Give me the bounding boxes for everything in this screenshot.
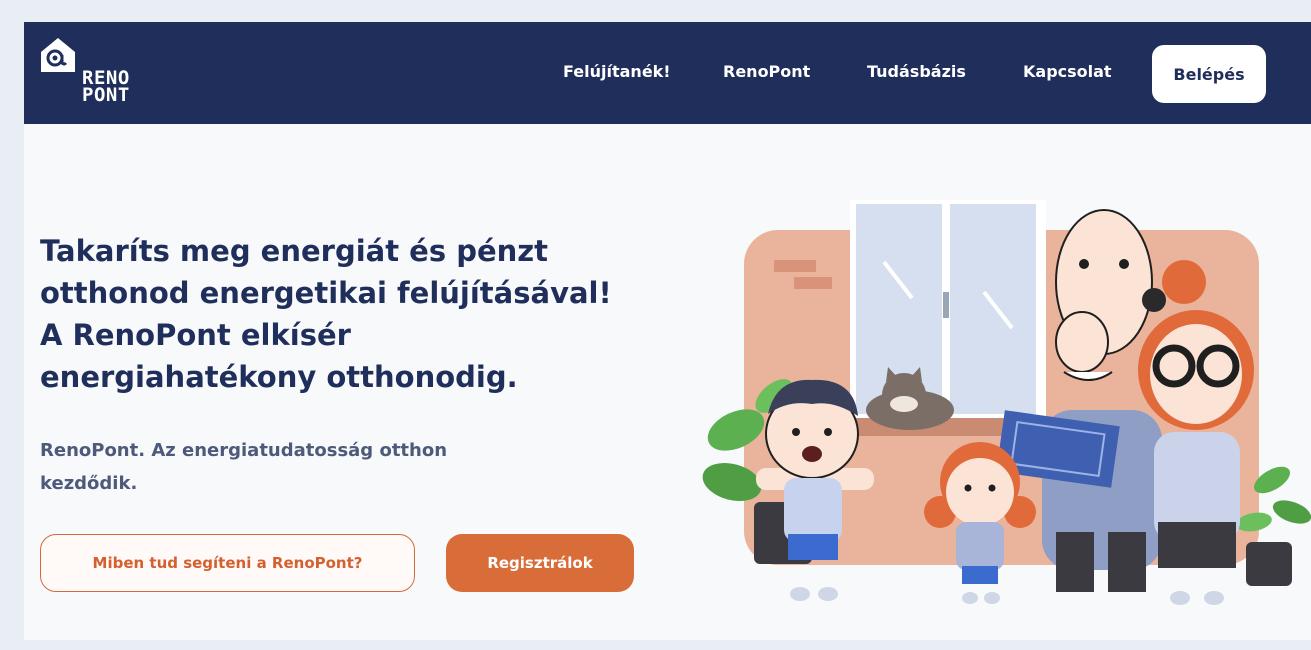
- headline-line: otthonod energetikai felújításával!: [40, 276, 612, 310]
- page: RENO PONT Felújítanék! RenoPont Tudásbáz…: [24, 22, 1311, 640]
- hero-headline: Takaríts meg energiát és pénzt otthonod …: [40, 230, 680, 398]
- how-can-renopont-help-button[interactable]: Miben tud segíteni a RenoPont?: [40, 534, 415, 592]
- top-navbar: RENO PONT Felújítanék! RenoPont Tudásbáz…: [24, 22, 1311, 124]
- nav-link-felujitanek[interactable]: Felújítanék!: [563, 62, 671, 81]
- family-house-illustration: [702, 200, 1311, 605]
- house-logo-icon: [41, 38, 75, 72]
- logo-text-line2: PONT: [82, 84, 130, 106]
- login-button[interactable]: Belépés: [1152, 45, 1266, 103]
- headline-line: A RenoPont elkísér: [40, 318, 351, 352]
- tagline-line: kezdődik.: [40, 473, 138, 494]
- nav-link-kapcsolat[interactable]: Kapcsolat: [1023, 62, 1112, 81]
- renopont-logo[interactable]: RENO PONT: [38, 34, 148, 116]
- tagline-line: RenoPont. Az energiatudatosság otthon: [40, 440, 448, 461]
- nav-link-renopont[interactable]: RenoPont: [723, 62, 810, 81]
- hero-tagline: RenoPont. Az energiatudatosság otthon ke…: [40, 434, 600, 500]
- register-button[interactable]: Regisztrálok: [446, 534, 634, 592]
- headline-line: energiahatékony otthonodig.: [40, 360, 518, 394]
- headline-line: Takaríts meg energiát és pénzt: [40, 234, 549, 268]
- nav-link-tudasbazis[interactable]: Tudásbázis: [867, 62, 966, 81]
